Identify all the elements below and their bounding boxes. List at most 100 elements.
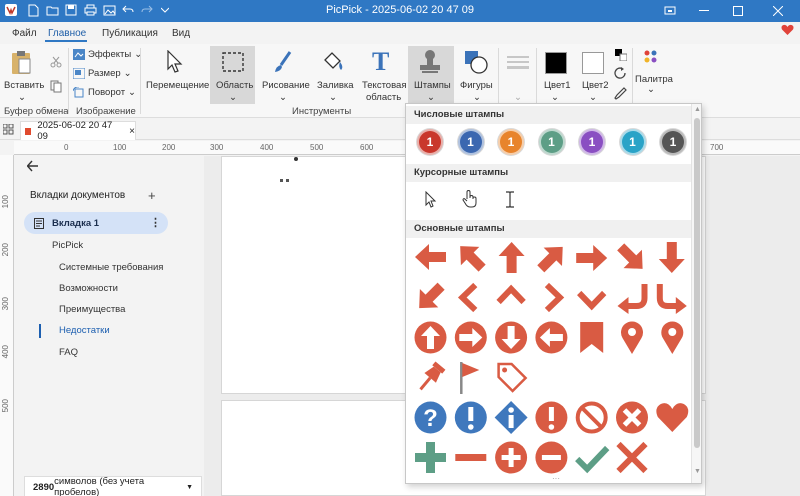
close-button[interactable] xyxy=(762,0,794,22)
flag-icon[interactable] xyxy=(460,362,480,394)
maximize-button[interactable] xyxy=(722,0,754,22)
question-circle-icon[interactable]: ? xyxy=(414,401,447,434)
menu-home[interactable]: Главное xyxy=(48,28,86,39)
outline-item[interactable]: Возможности xyxy=(59,283,118,294)
circle-arrow-left-icon[interactable] xyxy=(535,321,568,354)
cut-icon[interactable] xyxy=(50,56,62,71)
arrow-up-right-icon[interactable] xyxy=(532,238,572,278)
fill-button-label[interactable]: Заливка xyxy=(317,80,354,92)
move-cursor-icon[interactable] xyxy=(165,49,185,77)
arrow-up-left-icon[interactable] xyxy=(451,238,491,277)
text-tool-icon[interactable]: T xyxy=(370,47,392,77)
color1-swatch[interactable] xyxy=(545,52,567,74)
draw-button-label[interactable]: Рисование xyxy=(262,80,310,92)
paste-dropdown-icon[interactable]: ⌄ xyxy=(18,92,26,104)
pushpin-icon[interactable] xyxy=(415,361,446,394)
paste-button-label[interactable]: Вставить xyxy=(4,80,44,92)
scroll-up-icon[interactable]: ▲ xyxy=(694,106,701,113)
palette-icon[interactable] xyxy=(643,49,659,68)
text-cursor-icon[interactable] xyxy=(505,191,515,211)
outline-item[interactable]: FAQ xyxy=(59,347,78,358)
minus-circle-icon[interactable] xyxy=(535,441,568,474)
copy-icon[interactable] xyxy=(50,80,62,96)
checkmark-icon[interactable] xyxy=(575,445,610,474)
circle-arrow-down-icon[interactable] xyxy=(495,321,528,354)
numbered-stamp-6[interactable]: 1 xyxy=(619,129,646,155)
resize-grip-icon[interactable]: ··· xyxy=(552,474,560,483)
heart-icon[interactable] xyxy=(781,24,794,39)
brush-icon[interactable] xyxy=(272,50,294,77)
outline-item-active[interactable]: Недостатки xyxy=(59,325,110,336)
outline-item[interactable]: Преимущества xyxy=(59,304,125,315)
eyedropper-icon[interactable] xyxy=(614,87,627,103)
outline-root[interactable]: PicPick xyxy=(52,240,83,251)
minimize-button[interactable] xyxy=(688,0,720,22)
scroll-down-icon[interactable]: ▼ xyxy=(694,468,701,475)
dropdown-scrollbar[interactable]: ▲ ▼ xyxy=(691,104,701,483)
warning-circle-icon[interactable] xyxy=(535,401,568,434)
numbered-stamp-2[interactable]: 1 xyxy=(457,129,484,155)
arrow-down-left-icon[interactable] xyxy=(410,277,450,317)
menu-file[interactable]: Файл xyxy=(12,28,37,39)
outline-item[interactable]: Системные требования xyxy=(59,262,163,273)
prohibited-icon[interactable] xyxy=(575,401,608,434)
basic-stamps-grid[interactable]: ? xyxy=(406,238,691,483)
color2-swatch[interactable] xyxy=(582,52,604,74)
paste-icon[interactable] xyxy=(10,50,32,79)
menu-publish[interactable]: Публикация xyxy=(102,28,158,39)
plus-circle-icon[interactable] xyxy=(495,441,528,474)
tag-icon[interactable] xyxy=(497,362,528,393)
color2-label[interactable]: Цвет2 xyxy=(582,80,609,92)
more-options-icon[interactable]: ⋮ xyxy=(150,216,161,229)
move-button-label[interactable]: Перемещение xyxy=(146,80,209,92)
x-mark-icon[interactable] xyxy=(616,441,648,474)
chevron-up-icon[interactable] xyxy=(496,284,526,305)
numbered-stamp-1[interactable]: 1 xyxy=(417,129,443,155)
word-count-status[interactable]: 2890 символов (без учета пробелов) ▼ xyxy=(24,476,202,496)
numbered-stamp-7[interactable]: 1 xyxy=(660,129,686,155)
restore-view-icon[interactable] xyxy=(654,0,686,22)
arrow-up-icon[interactable] xyxy=(498,242,525,273)
tab-1-item[interactable]: Вкладка 1 xyxy=(24,212,168,234)
chevron-left-icon[interactable] xyxy=(457,282,478,313)
document-tab[interactable]: 2025-06-02 20 47 09 × xyxy=(20,120,136,142)
location-pin-icon[interactable] xyxy=(661,321,684,354)
menu-view[interactable]: Вид xyxy=(172,28,190,39)
circle-arrow-up-icon[interactable] xyxy=(414,321,447,354)
color1-label[interactable]: Цвет1 xyxy=(544,80,571,92)
grid-view-icon[interactable] xyxy=(2,123,14,138)
close-circle-icon[interactable] xyxy=(616,401,648,434)
effects-button[interactable]: Эффекты ⌄ xyxy=(73,49,142,60)
swap-colors-icon[interactable] xyxy=(615,49,628,64)
text-button-label[interactable]: Текстовая xyxy=(362,80,406,92)
arrow-right-icon[interactable] xyxy=(576,245,608,271)
turn-right-arrow-icon[interactable] xyxy=(656,284,687,314)
numbered-stamp-5[interactable]: 1 xyxy=(579,129,605,155)
chevron-down-icon[interactable] xyxy=(577,290,607,311)
rotate-button[interactable]: Поворот ⌄ xyxy=(73,87,136,98)
numbered-stamp-4[interactable]: 1 xyxy=(538,129,565,155)
heart-stamp-icon[interactable] xyxy=(656,403,689,432)
arrow-cursor-icon[interactable] xyxy=(424,190,438,212)
add-tab-icon[interactable]: + xyxy=(148,188,156,203)
refresh-colors-icon[interactable] xyxy=(614,67,627,83)
circle-arrow-right-icon[interactable] xyxy=(454,321,487,354)
resize-button[interactable]: Размер ⌄ xyxy=(73,68,132,79)
numbered-stamp-3[interactable]: 1 xyxy=(498,129,524,155)
info-diamond-icon[interactable] xyxy=(494,401,528,434)
plus-icon[interactable] xyxy=(415,442,446,473)
return-arrow-icon[interactable] xyxy=(617,284,648,314)
back-arrow-icon[interactable] xyxy=(26,160,39,175)
bookmark-icon[interactable] xyxy=(580,322,604,353)
shapes-button-label[interactable]: Фигуры xyxy=(460,80,493,92)
tab-close-icon[interactable]: × xyxy=(129,126,135,137)
arrow-left-icon[interactable] xyxy=(415,244,446,270)
fill-bucket-icon[interactable] xyxy=(321,50,345,77)
scroll-thumb[interactable] xyxy=(694,118,700,448)
map-pin-icon[interactable] xyxy=(621,321,643,354)
exclamation-circle-icon[interactable] xyxy=(454,401,487,434)
shapes-icon[interactable] xyxy=(464,50,488,77)
chevron-right-icon[interactable] xyxy=(544,282,565,313)
arrow-down-right-icon[interactable] xyxy=(611,238,651,278)
hand-cursor-icon[interactable] xyxy=(462,189,478,211)
